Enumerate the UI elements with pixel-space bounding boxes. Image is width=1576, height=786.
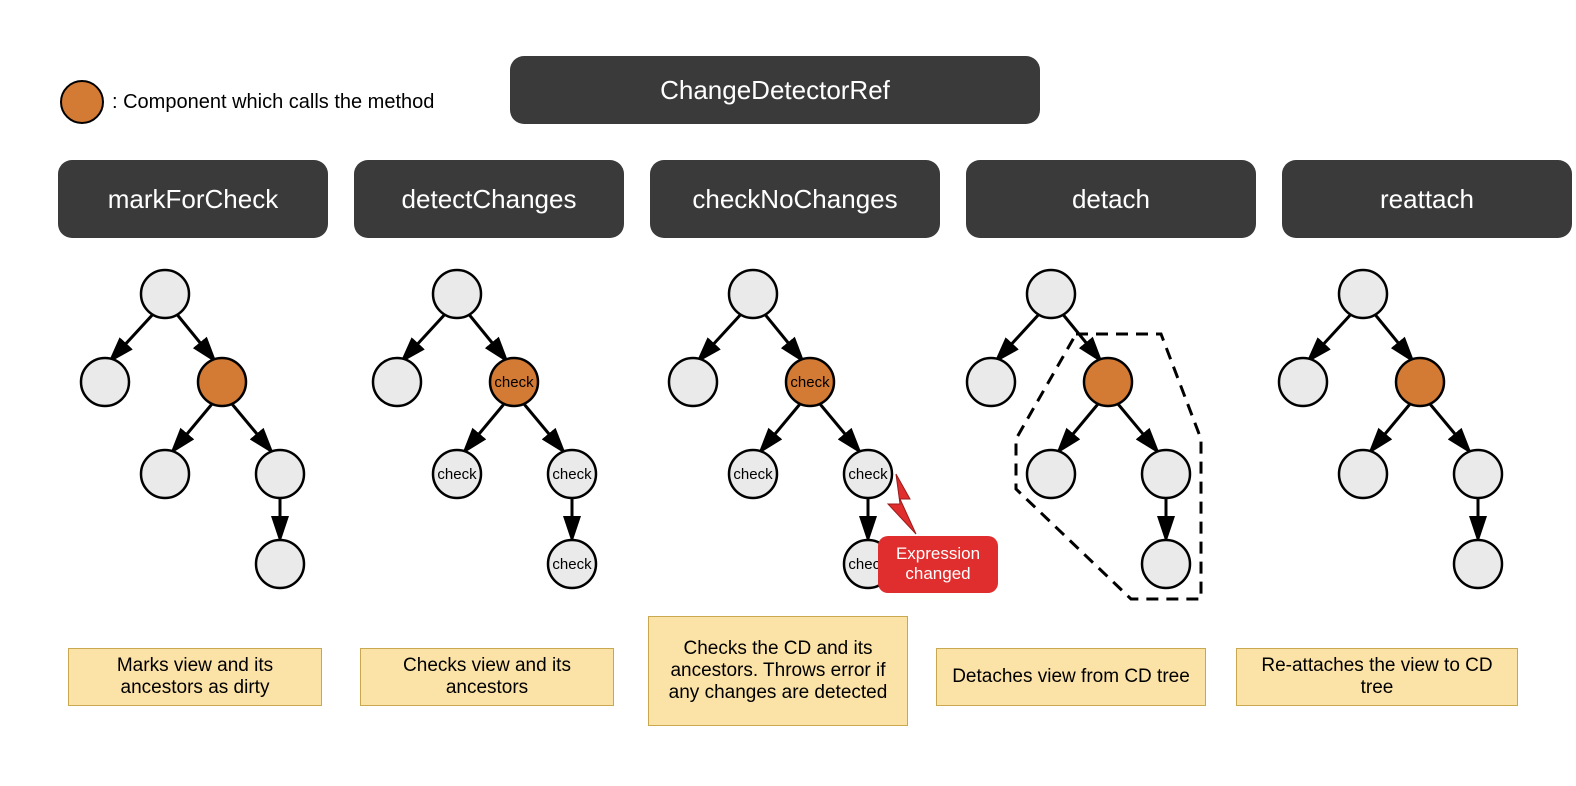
tree-node <box>1027 270 1075 318</box>
desc-detectchanges: Checks view and its ancestors <box>360 648 614 706</box>
tree-node <box>256 540 304 588</box>
method-label: reattach <box>1380 184 1474 215</box>
tree-node <box>1142 450 1190 498</box>
desc-detach: Detaches view from CD tree <box>936 648 1206 706</box>
tree-node <box>669 358 717 406</box>
node-label-check: check <box>552 556 592 573</box>
legend-text: : Component which calls the method <box>112 91 434 114</box>
node-label-check: check <box>790 374 830 391</box>
method-box-detectchanges: detectChanges <box>354 160 624 238</box>
desc-reattach: Re-attaches the view to CD tree <box>1236 648 1518 706</box>
node-label-check: check <box>848 466 888 483</box>
node-label-check: check <box>494 374 534 391</box>
method-label: detach <box>1072 184 1150 215</box>
node-label-check: check <box>437 466 477 483</box>
tree-node <box>1027 450 1075 498</box>
error-expression-changed: Expression changed <box>878 536 998 593</box>
error-text: Expression changed <box>896 544 980 583</box>
tree-node-caller <box>198 358 246 406</box>
method-row: markForCheck detectChanges checkNoChange… <box>58 160 1572 238</box>
tree-node <box>1142 540 1190 588</box>
tree-node <box>141 450 189 498</box>
tree-reattach <box>1258 264 1528 594</box>
tree-node <box>1454 540 1502 588</box>
lightning-icon <box>888 474 916 534</box>
method-label: markForCheck <box>108 184 278 215</box>
desc-text: Re-attaches the view to CD tree <box>1247 655 1507 699</box>
tree-node-caller <box>1084 358 1132 406</box>
legend-caller-dot <box>60 80 104 124</box>
title-text: ChangeDetectorRef <box>660 75 890 106</box>
desc-text: Checks the CD and its ancestors. Throws … <box>659 638 897 704</box>
tree-node <box>1339 270 1387 318</box>
tree-node-caller <box>1396 358 1444 406</box>
tree-node <box>1339 450 1387 498</box>
tree-node <box>256 450 304 498</box>
tree-area: check check check check check check chec… <box>0 264 1576 634</box>
desc-checknochanges: Checks the CD and its ancestors. Throws … <box>648 616 908 726</box>
tree-node <box>1279 358 1327 406</box>
title-box: ChangeDetectorRef <box>510 56 1040 124</box>
desc-text: Detaches view from CD tree <box>952 666 1190 688</box>
method-box-reattach: reattach <box>1282 160 1572 238</box>
method-box-detach: detach <box>966 160 1256 238</box>
method-box-markforcheck: markForCheck <box>58 160 328 238</box>
tree-node <box>373 358 421 406</box>
tree-node <box>81 358 129 406</box>
tree-detectchanges: check check check check <box>352 264 622 594</box>
legend: : Component which calls the method <box>60 80 434 124</box>
desc-text: Checks view and its ancestors <box>371 655 603 699</box>
tree-node <box>967 358 1015 406</box>
tree-node <box>1454 450 1502 498</box>
tree-node <box>433 270 481 318</box>
method-label: checkNoChanges <box>692 184 897 215</box>
method-label: detectChanges <box>402 184 577 215</box>
node-label-check: check <box>733 466 773 483</box>
desc-markforcheck: Marks view and its ancestors as dirty <box>68 648 322 706</box>
desc-text: Marks view and its ancestors as dirty <box>79 655 311 699</box>
tree-markforcheck <box>60 264 330 594</box>
node-label-check: check <box>552 466 592 483</box>
method-box-checknochanges: checkNoChanges <box>650 160 940 238</box>
tree-node <box>729 270 777 318</box>
tree-node <box>141 270 189 318</box>
